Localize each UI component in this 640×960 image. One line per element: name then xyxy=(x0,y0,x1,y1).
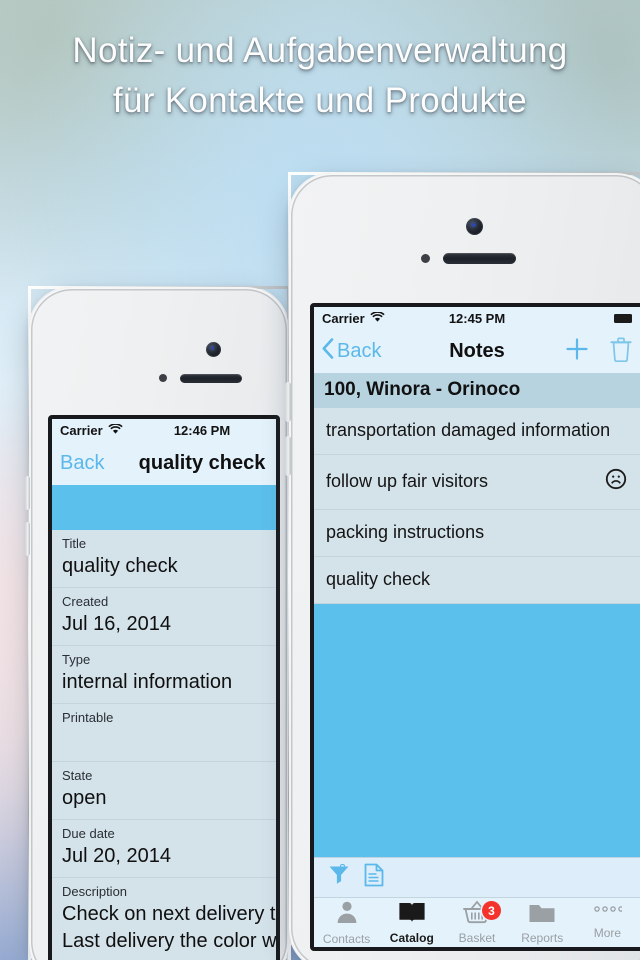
bottom-toolbar xyxy=(314,857,640,897)
field-value xyxy=(62,727,276,754)
trash-icon[interactable] xyxy=(610,336,632,367)
field-label: Printable xyxy=(62,710,114,725)
status-bar-back: Carrier 12:46 PM xyxy=(52,419,276,441)
carrier-label-back: Carrier xyxy=(60,422,103,438)
tab-bar: Contacts Catalog Basket 3 Reports More xyxy=(314,897,640,947)
phone-device-back: Carrier 12:46 PM Back quality check Titl… xyxy=(25,286,290,960)
earpiece-speaker-front xyxy=(443,253,516,264)
tab-label: More xyxy=(593,926,622,940)
proximity-sensor-front xyxy=(421,254,430,263)
field-label-description: Description xyxy=(62,884,128,899)
wifi-icon xyxy=(369,310,385,326)
nav-bar-front: Back Notes xyxy=(314,329,640,373)
list-item[interactable]: transportation damaged information xyxy=(314,408,640,455)
field-group-description[interactable]: Description Check on next delivery the L… xyxy=(52,878,280,960)
headline-line-1: Notiz- und Aufgabenverwaltung xyxy=(72,31,568,70)
list-item-label: follow up fair visitors xyxy=(326,471,489,491)
chevron-left-icon xyxy=(322,337,334,365)
headline-line-2: für Kontakte und Produkte xyxy=(112,81,528,120)
field-group[interactable]: Created Jul 16, 2014 xyxy=(52,588,276,646)
back-button-back[interactable]: Back xyxy=(60,452,104,475)
field-group[interactable]: State open xyxy=(52,762,276,820)
tab-contacts[interactable]: Contacts xyxy=(314,898,379,947)
plus-icon[interactable] xyxy=(564,336,590,367)
field-value: quality check xyxy=(62,555,178,577)
list-item-label: transportation damaged information xyxy=(326,420,611,440)
alarm-clock-icon xyxy=(604,467,628,496)
tab-basket[interactable]: Basket 3 xyxy=(444,898,509,947)
list-empty-area xyxy=(314,604,640,857)
folder-icon xyxy=(528,901,556,929)
field-group[interactable]: Due date Jul 20, 2014 xyxy=(52,820,276,878)
field-value: Jul 20, 2014 xyxy=(62,845,171,867)
detail-accent-band xyxy=(52,485,276,530)
book-icon xyxy=(398,900,426,929)
list-item-label: quality check xyxy=(326,569,431,589)
field-value: Jul 16, 2014 xyxy=(62,613,171,635)
document-icon[interactable] xyxy=(364,863,384,892)
field-label: Due date xyxy=(62,826,115,841)
battery-icon xyxy=(614,313,632,323)
list-item-label: packing instructions xyxy=(326,522,485,542)
back-label-front: Back xyxy=(337,339,382,362)
status-bar-front: Carrier 12:45 PM xyxy=(314,307,640,329)
nav-bar-back: Back quality check xyxy=(52,441,276,485)
screen-back: Carrier 12:46 PM Back quality check Titl… xyxy=(48,415,280,960)
field-label: Title xyxy=(62,536,87,551)
carrier-label-front: Carrier xyxy=(322,310,365,326)
proximity-sensor-back xyxy=(159,374,167,382)
tab-more[interactable]: More xyxy=(575,898,640,947)
tab-reports[interactable]: Reports xyxy=(510,898,575,947)
earpiece-speaker-back xyxy=(180,374,242,383)
field-value-description-line-2: Last delivery the color was xyxy=(62,930,280,952)
screen-front: Carrier 12:45 PM Back Notes 100, Winora … xyxy=(310,303,640,951)
volume-down-button-front[interactable] xyxy=(285,436,291,476)
list-section-header: 100, Winora - Orinoco xyxy=(314,373,640,408)
tab-label: Reports xyxy=(521,930,564,945)
front-camera-front xyxy=(466,218,483,235)
list-item[interactable]: follow up fair visitors xyxy=(314,455,640,510)
status-badge: 3 xyxy=(482,901,501,920)
back-label-back: Back xyxy=(60,451,105,474)
tab-label: Catalog xyxy=(389,931,434,945)
front-camera-back xyxy=(206,342,221,357)
list-item[interactable]: packing instructions xyxy=(314,510,640,557)
tab-label: Basket xyxy=(458,931,496,945)
tab-catalog[interactable]: Catalog xyxy=(379,898,444,947)
back-button-front[interactable]: Back xyxy=(322,337,382,365)
note-detail-form: Title quality check Created Jul 16, 2014 Typ… xyxy=(52,485,280,960)
field-value-description-line-1: Check on next delivery the xyxy=(62,903,280,925)
phone-device-front: Carrier 12:45 PM Back Notes 100, Winora … xyxy=(285,172,640,960)
person-icon xyxy=(334,899,360,930)
tab-label: Contacts xyxy=(322,932,371,946)
field-label: State xyxy=(62,768,93,783)
wifi-icon xyxy=(107,422,123,438)
field-value: internal information xyxy=(62,671,233,693)
field-value: open xyxy=(62,787,107,809)
volume-up-button-front[interactable] xyxy=(285,382,291,422)
page-title: Notiz- und Aufgabenverwaltung für Kontak… xyxy=(0,26,640,126)
volume-up-button-back[interactable] xyxy=(25,476,30,510)
filter-icon[interactable] xyxy=(328,863,350,891)
field-group[interactable]: Title quality check xyxy=(52,530,276,588)
notes-list: 100, Winora - Orinoco transportation dam… xyxy=(314,373,640,857)
field-group[interactable]: Type internal information xyxy=(52,646,276,704)
list-item[interactable]: quality check xyxy=(314,557,640,604)
dots-icon xyxy=(592,905,625,924)
field-label: Created xyxy=(62,594,109,609)
field-group[interactable]: Printable xyxy=(52,704,276,762)
volume-down-button-back[interactable] xyxy=(25,522,30,556)
field-label: Type xyxy=(62,652,91,667)
